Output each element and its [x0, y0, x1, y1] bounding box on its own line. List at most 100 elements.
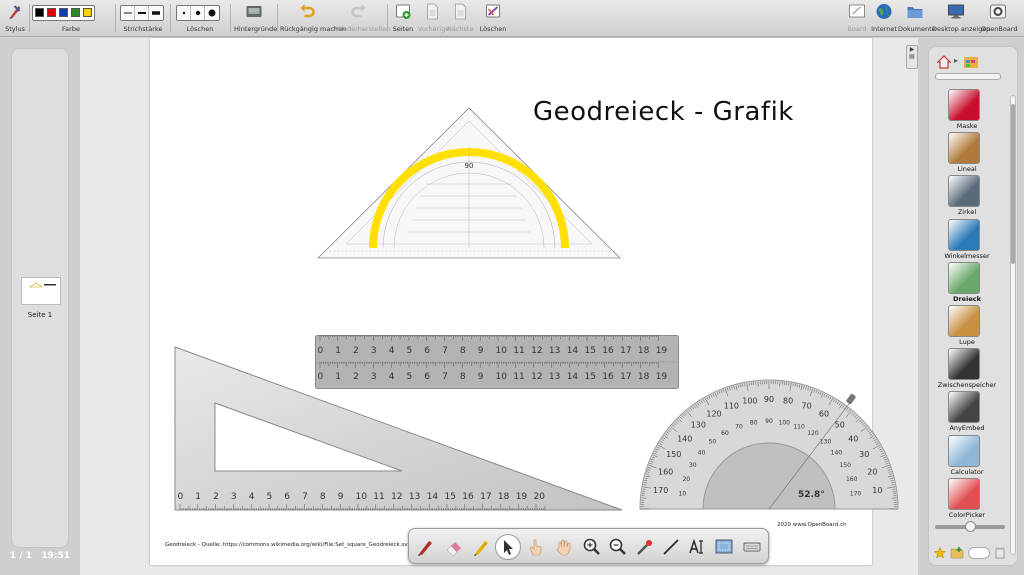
pages-button[interactable]: Seiten	[391, 2, 415, 35]
color-swatch-1[interactable]	[47, 8, 56, 17]
eraser-large-button[interactable]	[205, 6, 219, 20]
zoom-out-tool[interactable]	[605, 534, 631, 560]
library-item-zwischenspeicher[interactable]: Zwischenspeicher	[937, 348, 997, 390]
screen-capture-icon	[715, 539, 733, 554]
protractor-handle-icon[interactable]	[846, 393, 857, 405]
color-swatch-4[interactable]	[83, 8, 92, 17]
laser-pointer-icon	[637, 540, 652, 555]
stylus-button[interactable]: Stylus	[2, 2, 28, 35]
board-mode-button[interactable]: Board	[845, 2, 869, 35]
pen-tool[interactable]	[413, 534, 439, 560]
folder-icon	[907, 7, 923, 18]
library-scroll-thumb[interactable]	[1011, 104, 1015, 264]
line-medium-icon	[137, 12, 146, 14]
triangle-scale-number: 13	[409, 492, 420, 502]
capture-tool[interactable]	[711, 534, 737, 560]
line-tool[interactable]	[658, 534, 684, 560]
pen-icon	[418, 541, 432, 556]
triangle-tool[interactable]: 0 1 2 3 4 5 6 7 8 9 10 11 12 13 14 15 16 17 18 19 20	[174, 346, 624, 512]
applications-folder-icon[interactable]	[963, 54, 979, 70]
selector-tool[interactable]	[495, 534, 521, 560]
keyboard-icon	[743, 542, 761, 552]
thumbnail-column: Seite 1	[11, 48, 69, 548]
stylus-icon	[9, 5, 21, 19]
library-item-colorpicker[interactable]: ColorPicker	[937, 477, 997, 520]
protractor-tool[interactable]: 1020304050607080901001101201301401501601…	[638, 378, 900, 512]
openboard-menu-button[interactable]: OpenBoard	[981, 2, 1017, 35]
laser-pointer-tool[interactable]	[632, 534, 658, 560]
virtual-keyboard-tool[interactable]	[739, 534, 765, 560]
thumbnail-preview-icon	[29, 282, 56, 288]
library-horizontal-scrollbar[interactable]	[935, 73, 1001, 80]
protractor-inner-number: 140	[831, 449, 843, 456]
library-item-dreieck[interactable]: Dreieck	[937, 261, 997, 304]
library-item-winkelmesser[interactable]: Winkelmesser	[937, 218, 997, 261]
dot-small-icon	[182, 11, 185, 15]
documents-button[interactable]: Dokumente	[898, 2, 936, 35]
hand-tool[interactable]	[551, 534, 577, 560]
library-vertical-scrollbar[interactable]	[1010, 95, 1016, 555]
library-item-label: Zirkel	[957, 208, 977, 217]
undo-button[interactable]: Rückgängig machen	[280, 2, 346, 35]
protractor-outer-number: 110	[724, 402, 739, 411]
triangle-scale-number: 11	[373, 492, 384, 502]
eraser-small-button[interactable]	[177, 6, 191, 20]
stroke-width-selector	[120, 5, 164, 21]
library-item-zirkel[interactable]: Zirkel	[937, 175, 997, 217]
pointer-arrow-icon	[504, 540, 513, 555]
protractor-inner-number: 60	[721, 430, 729, 437]
library-search-field[interactable]	[968, 547, 990, 559]
geodreieck-graphic[interactable]: 90	[316, 106, 622, 262]
stroke-thick-button[interactable]	[149, 6, 163, 20]
protractor-outer-number: 60	[819, 410, 829, 419]
slider-knob[interactable]	[965, 521, 976, 532]
previous-page-button[interactable]: Vorherige	[418, 2, 450, 35]
favorite-star-icon[interactable]	[934, 547, 946, 559]
clock: 19:51	[41, 551, 71, 561]
new-folder-icon[interactable]	[950, 546, 964, 559]
zoom-in-tool[interactable]	[579, 534, 605, 560]
color-swatch-3[interactable]	[71, 8, 80, 17]
thumbnail-size-slider[interactable]	[935, 521, 1005, 532]
eraser-medium-button[interactable]	[191, 6, 205, 20]
documents-label: Dokumente	[898, 25, 936, 33]
protractor-inner-number: 120	[807, 430, 819, 437]
next-page-button[interactable]: Nächste	[447, 2, 473, 35]
collapse-right-panel-button[interactable]: ▶ ▤	[906, 45, 918, 69]
triangle-scale-number: 7	[302, 492, 308, 502]
stroke-medium-button[interactable]	[135, 6, 149, 20]
color-swatch-2[interactable]	[59, 8, 68, 17]
internet-button[interactable]: Internet	[871, 2, 897, 35]
line-thin-icon	[123, 12, 132, 14]
protractor-outer-number: 140	[677, 434, 692, 443]
library-item-lupe[interactable]: Lupe	[937, 305, 997, 347]
protractor-inner-number: 70	[735, 423, 743, 430]
library-item-maske[interactable]: Maske	[937, 89, 997, 131]
library-item-calculator[interactable]: Calculator	[937, 434, 997, 477]
trash-icon[interactable]	[994, 546, 1006, 559]
protractor-inner-number: 90	[765, 418, 773, 425]
previous-page-label: Vorherige	[418, 25, 450, 33]
interact-tool[interactable]	[523, 534, 549, 560]
add-page-icon	[396, 4, 411, 19]
marker-tool[interactable]	[469, 534, 495, 560]
triangle-scale-number: 0	[178, 492, 184, 502]
home-icon[interactable]	[937, 55, 951, 69]
desktop-button[interactable]: Desktop anzeigen	[932, 2, 990, 35]
redo-button[interactable]: Wiederherstellen	[335, 2, 390, 35]
protractor-outer-number: 170	[653, 486, 668, 495]
stroke-thin-button[interactable]	[121, 6, 135, 20]
library-item-lineal[interactable]: Lineal	[937, 132, 997, 174]
clear-page-button[interactable]: Löschen	[478, 2, 508, 35]
eraser-tool[interactable]	[441, 534, 467, 560]
library-item-anyembed[interactable]: AnyEmbed	[937, 391, 997, 433]
page-thumbnail[interactable]	[21, 277, 61, 305]
protractor-outer-number: 160	[658, 467, 673, 476]
color-swatch-0[interactable]	[35, 8, 44, 17]
board-icon	[849, 4, 865, 18]
text-tool[interactable]	[684, 534, 710, 560]
backgrounds-button[interactable]: Hintergründe	[234, 2, 277, 35]
stroke-width-label: Strichstärke	[123, 25, 163, 33]
triangle-scale-number: 12	[391, 492, 402, 502]
winkelmesser-icon	[948, 218, 980, 251]
